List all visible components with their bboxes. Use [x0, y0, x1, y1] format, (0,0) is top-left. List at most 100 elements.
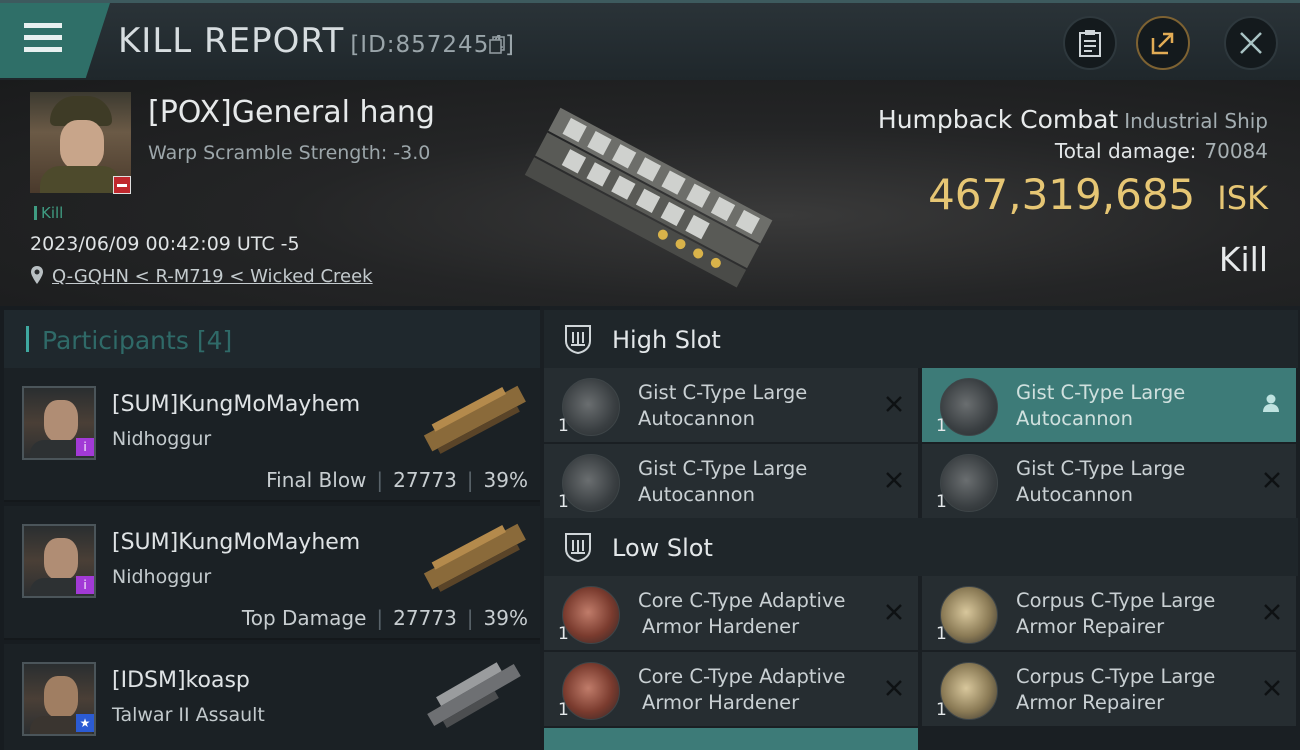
- armor-hardener-icon: [562, 662, 620, 720]
- module-item[interactable]: 1 Gist C-Type Large Autocannon: [544, 444, 918, 518]
- menu-button[interactable]: [0, 3, 110, 78]
- participant-name: [SUM]KungMoMayhem: [112, 392, 361, 417]
- clipboard-icon: [1079, 30, 1101, 57]
- module-item-partial[interactable]: [544, 728, 918, 750]
- participant-ship-image: [423, 523, 526, 592]
- participants-panel: Participants [4] i [SUM]KungMoMayhem Nid…: [0, 306, 540, 750]
- top-damage-tag: Top Damage: [241, 606, 367, 630]
- corp-badge-icon: i: [76, 438, 94, 456]
- destroyed-x-icon: [1264, 472, 1280, 488]
- module-quantity: 1: [558, 492, 569, 512]
- module-name: Gist C-Type Large Autocannon: [1016, 457, 1186, 506]
- module-name: Core C-Type Adaptive Armor Hardener: [638, 589, 846, 638]
- low-slot-label: Low Slot: [612, 534, 713, 562]
- participant-percent: 39%: [483, 606, 528, 630]
- participant-name: [IDSM]koasp: [112, 668, 250, 693]
- participant-stats: Top Damage | 27773 | 39%: [241, 606, 528, 630]
- total-damage-value: 70084: [1204, 139, 1268, 163]
- module-quantity: 1: [936, 700, 947, 720]
- participant-percent: 39%: [483, 468, 528, 492]
- isk-value: 467,319,685 ISK: [928, 170, 1268, 219]
- module-quantity: 1: [558, 700, 569, 720]
- module-quantity: 1: [558, 624, 569, 644]
- participant-damage: 27773: [393, 468, 457, 492]
- close-icon: [1240, 32, 1262, 54]
- armor-repairer-icon: [940, 586, 998, 644]
- location-link[interactable]: Q-GQHN < R-M719 < Wicked Creek: [52, 266, 373, 287]
- module-quantity: 1: [558, 416, 569, 436]
- final-blow-tag: Final Blow: [266, 468, 367, 492]
- total-damage: Total damage: 70084: [1054, 139, 1268, 163]
- participants-label: Participants: [42, 326, 189, 355]
- module-item[interactable]: 1 Corpus C-Type Large Armor Repairer: [922, 652, 1296, 726]
- isk-unit: ISK: [1217, 179, 1268, 217]
- module-name: Gist C-Type Large Autocannon: [638, 457, 808, 506]
- autocannon-icon: [940, 454, 998, 512]
- module-name: Corpus C-Type Large Armor Repairer: [1016, 589, 1216, 638]
- participant-row[interactable]: i [SUM]KungMoMayhem Nidhoggur Top Damage…: [4, 506, 540, 640]
- destroyed-x-icon: [1264, 604, 1280, 620]
- armor-repairer-icon: [940, 662, 998, 720]
- participants-header[interactable]: Participants [4]: [4, 310, 540, 368]
- participant-row[interactable]: ★ [IDSM]koasp Talwar II Assault: [4, 644, 540, 750]
- participant-row[interactable]: i [SUM]KungMoMayhem Nidhoggur Final Blow…: [4, 368, 540, 502]
- kill-status-tag: Kill: [34, 204, 63, 222]
- participant-ship-image: [423, 385, 526, 454]
- module-quantity: 1: [936, 416, 947, 436]
- destroyed-x-icon: [886, 396, 902, 412]
- module-quantity: 1: [936, 492, 947, 512]
- warp-scramble-strength: Warp Scramble Strength: -3.0: [148, 142, 431, 164]
- victim-name[interactable]: [POX]General hang: [148, 95, 435, 130]
- person-icon: [1263, 394, 1279, 412]
- top-bar: KILL REPORT [ID:8572454]: [0, 0, 1300, 80]
- module-name: Core C-Type Adaptive Armor Hardener: [638, 665, 846, 714]
- clipboard-button[interactable]: [1063, 16, 1117, 70]
- star-badge-icon: ★: [76, 714, 94, 732]
- low-slot-header: Low Slot: [544, 518, 1298, 576]
- participant-ship: Nidhoggur: [112, 428, 212, 450]
- high-slot-header: High Slot: [544, 310, 1298, 368]
- close-button[interactable]: [1224, 16, 1278, 70]
- share-icon: [1151, 32, 1174, 55]
- destroyed-x-icon: [1264, 680, 1280, 696]
- destroyed-x-icon: [886, 680, 902, 696]
- participants-count: [4]: [196, 326, 233, 355]
- module-quantity: 1: [936, 624, 947, 644]
- participant-ship-image: [427, 662, 521, 728]
- fitting-panel: High Slot 1 Gist C-Type Large Autocannon …: [540, 306, 1300, 750]
- module-name: Corpus C-Type Large Armor Repairer: [1016, 665, 1216, 714]
- module-item[interactable]: 1 Core C-Type Adaptive Armor Hardener: [544, 652, 918, 726]
- participant-name: [SUM]KungMoMayhem: [112, 530, 361, 555]
- module-name: Gist C-Type Large Autocannon: [638, 381, 808, 430]
- low-slot-icon: [565, 533, 591, 563]
- destroyed-x-icon: [886, 604, 902, 620]
- corp-badge-icon: i: [76, 576, 94, 594]
- victim-ship-image: [524, 107, 773, 288]
- kill-timestamp: 2023/06/09 00:42:09 UTC -5: [30, 233, 300, 255]
- standing-minus-icon: [113, 176, 131, 194]
- high-slot-label: High Slot: [612, 326, 721, 354]
- autocannon-icon: [562, 378, 620, 436]
- high-slot-icon: [565, 325, 591, 355]
- module-item[interactable]: 1 Gist C-Type Large Autocannon: [922, 444, 1296, 518]
- copy-icon[interactable]: [489, 36, 505, 54]
- location-pin-icon: [31, 266, 43, 284]
- participant-damage: 27773: [393, 606, 457, 630]
- participant-stats: Final Blow | 27773 | 39%: [266, 468, 528, 492]
- module-item[interactable]: 1 Corpus C-Type Large Armor Repairer: [922, 576, 1296, 650]
- victim-ship-type[interactable]: Humpback Combat Industrial Ship: [878, 105, 1268, 134]
- autocannon-icon: [940, 378, 998, 436]
- participant-ship: Talwar II Assault: [112, 704, 265, 726]
- participant-ship: Nidhoggur: [112, 566, 212, 588]
- page-title: KILL REPORT [ID:8572454]: [118, 21, 515, 61]
- share-button[interactable]: [1136, 16, 1190, 70]
- module-name: Gist C-Type Large Autocannon: [1016, 381, 1186, 430]
- module-item[interactable]: 1 Gist C-Type Large Autocannon: [922, 368, 1296, 442]
- module-item[interactable]: 1 Gist C-Type Large Autocannon: [544, 368, 918, 442]
- kill-result: Kill: [1218, 240, 1268, 279]
- destroyed-x-icon: [886, 472, 902, 488]
- armor-hardener-icon: [562, 586, 620, 644]
- autocannon-icon: [562, 454, 620, 512]
- module-item[interactable]: 1 Core C-Type Adaptive Armor Hardener: [544, 576, 918, 650]
- ship-class: Industrial Ship: [1124, 109, 1268, 133]
